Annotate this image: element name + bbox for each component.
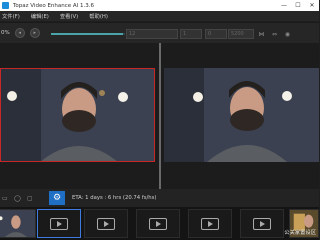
menu-edit[interactable]: 编辑(E) (31, 12, 49, 20)
watermark: 公关家置设区 (284, 230, 316, 236)
split-icon[interactable]: ⋈ (258, 31, 265, 38)
original-preview[interactable] (0, 68, 155, 162)
video-file-icon (97, 217, 115, 230)
video-file-icon (201, 217, 219, 230)
title-bar: Topaz Video Enhance AI 1.3.6 — ☐ ✕ (0, 0, 319, 11)
menu-bar: 文件(F) 编辑(E) 查看(V) 帮助(H) (0, 11, 319, 21)
filmstrip-thumb[interactable] (188, 209, 232, 238)
original-frame-image (1, 69, 154, 161)
eta-status: ETA: 1 days : 6 hrs (20.74 fs/hs) (72, 195, 157, 201)
settings-icon[interactable]: ◉ (284, 31, 291, 38)
end-frame-field[interactable]: 1 (180, 29, 202, 39)
zoom-label: 0% (1, 30, 10, 36)
compare-icon[interactable]: ⇔ (271, 31, 278, 38)
maximize-button[interactable]: ☐ (291, 0, 305, 11)
start-frame-value: 12 (129, 31, 136, 37)
enhanced-preview[interactable] (164, 68, 319, 162)
menu-view[interactable]: 查看(V) (60, 12, 78, 20)
enhanced-frame-image (164, 68, 319, 162)
video-file-icon (253, 217, 271, 230)
video-file-icon (50, 217, 68, 230)
range-a-field[interactable]: 0 (205, 29, 227, 39)
close-button[interactable]: ✕ (305, 0, 319, 11)
status-bar (0, 189, 319, 207)
window-controls: — ☐ ✕ (277, 0, 319, 11)
range-b-field[interactable]: 5200 (228, 29, 254, 39)
video-file-icon (149, 217, 167, 230)
start-frame-field[interactable]: 12 (126, 29, 178, 39)
range-a-value: 0 (208, 31, 212, 37)
timeline-progress (51, 33, 123, 35)
window-title: Topaz Video Enhance AI 1.3.6 (13, 2, 95, 9)
end-frame-value: 1 (183, 31, 187, 37)
filmstrip (0, 207, 319, 240)
filmstrip-thumb[interactable] (136, 209, 180, 238)
filmstrip-thumb-selected[interactable] (37, 209, 81, 238)
menu-file[interactable]: 文件(F) (2, 12, 20, 20)
gear-icon: ⚙ (52, 193, 62, 203)
menu-help[interactable]: 帮助(H) (89, 12, 108, 20)
filmstrip-thumb[interactable] (240, 209, 284, 238)
minimize-button[interactable]: — (277, 0, 291, 11)
filmstrip-thumb[interactable] (84, 209, 128, 238)
preview-splitter[interactable] (159, 43, 161, 189)
filmstrip-thumb[interactable] (0, 209, 36, 238)
prev-frame-button[interactable]: ◂ (14, 28, 25, 38)
camera-icon[interactable]: ▭ (2, 195, 8, 202)
range-b-value: 5200 (231, 31, 244, 37)
stop-icon[interactable]: ▢ (27, 195, 33, 202)
process-settings-button[interactable]: ⚙ (49, 191, 65, 205)
next-frame-button[interactable]: ▸ (29, 28, 40, 38)
thumb-image (0, 210, 35, 237)
record-icon[interactable]: ◯ (14, 195, 21, 202)
app-icon (2, 2, 9, 9)
